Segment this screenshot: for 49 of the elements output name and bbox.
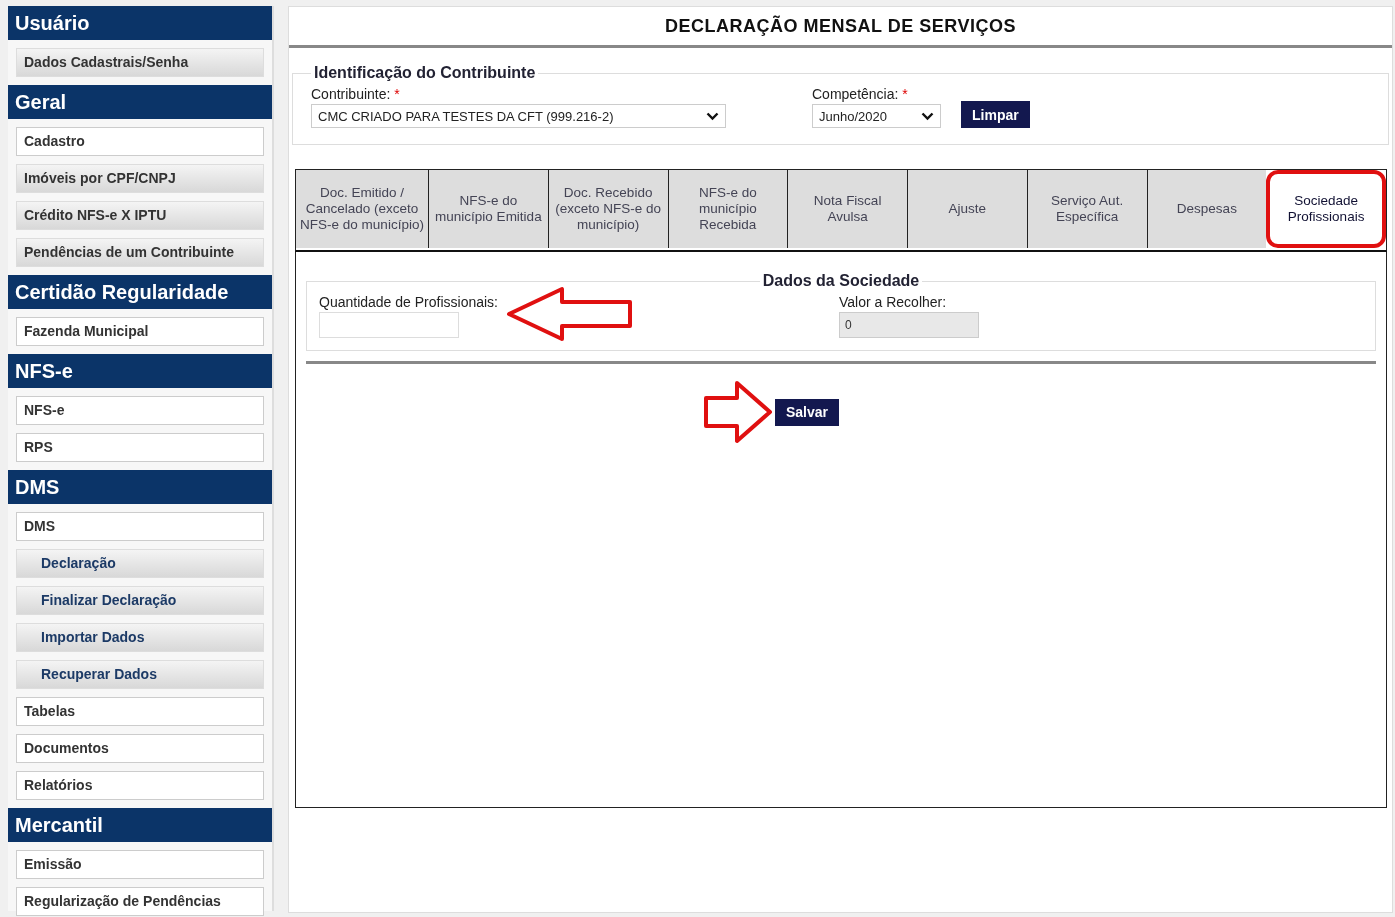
section-header: Certidão Regularidade bbox=[8, 275, 272, 309]
panel-legend: Dados da Sociedade bbox=[759, 272, 923, 290]
tab[interactable]: Despesas bbox=[1146, 170, 1267, 248]
chevron-icon bbox=[706, 111, 719, 121]
panel-legend: Identificação do Contribuinte bbox=[311, 64, 539, 82]
tab[interactable]: Serviço Aut. Específica bbox=[1026, 170, 1147, 248]
section-header: DMS bbox=[8, 470, 272, 504]
section-header: Geral bbox=[8, 85, 272, 119]
menu-item[interactable]: Cadastro bbox=[16, 127, 264, 156]
field-label: Quantidade de Profissionais: bbox=[319, 294, 499, 310]
tab[interactable]: Doc. Emitido / Cancelado (exceto NFS-e do município) bbox=[296, 170, 428, 248]
tab[interactable]: Doc. Recebido (exceto NFS-e do município) bbox=[547, 170, 668, 248]
menu-item[interactable]: DMS bbox=[16, 512, 264, 541]
menu-item[interactable]: RPS bbox=[16, 433, 264, 462]
dropdown[interactable]: Junho/2020 bbox=[812, 104, 941, 128]
menu-item[interactable]: Dados Cadastrais/Senha bbox=[16, 48, 264, 77]
menu-item[interactable]: Tabelas bbox=[16, 697, 264, 726]
save-button[interactable]: Salvar bbox=[774, 398, 839, 426]
menu-item[interactable]: NFS-e bbox=[16, 396, 264, 425]
field-label: Competência: bbox=[812, 86, 899, 102]
dropdown[interactable]: CMC CRIADO PARA TESTES DA CFT (999.216-2) bbox=[311, 104, 726, 128]
field-label: Valor a Recolher: bbox=[839, 294, 948, 310]
section-header: Usuário bbox=[8, 6, 272, 40]
menu-item[interactable]: Pendências de um Contribuinte bbox=[16, 238, 264, 267]
clear-button[interactable]: Limpar bbox=[961, 101, 1030, 128]
section-header: Mercantil bbox=[8, 808, 272, 842]
input-field[interactable] bbox=[319, 312, 459, 338]
page-title: DECLARAÇÃO MENSAL DE SERVIÇOS bbox=[289, 7, 1392, 48]
menu-item[interactable]: Fazenda Municipal bbox=[16, 317, 264, 346]
field-label: Contribuinte: bbox=[311, 86, 391, 102]
tab[interactable]: Sociedade Profissionais bbox=[1266, 170, 1386, 248]
required-mark: * bbox=[902, 86, 908, 102]
tab[interactable]: Nota Fiscal Avulsa bbox=[787, 170, 907, 248]
menu-item[interactable]: Regularização de Pendências bbox=[16, 887, 264, 916]
chevron-icon bbox=[921, 111, 934, 121]
menu-item[interactable]: Recuperar Dados bbox=[16, 660, 264, 689]
required-mark: * bbox=[394, 86, 400, 102]
menu-item[interactable]: Finalizar Declaração bbox=[16, 586, 264, 615]
menu-item[interactable]: Importar Dados bbox=[16, 623, 264, 652]
section-header: NFS-e bbox=[8, 354, 272, 388]
menu-item[interactable]: Declaração bbox=[16, 549, 264, 578]
menu-item[interactable]: Documentos bbox=[16, 734, 264, 763]
menu-item[interactable]: Relatórios bbox=[16, 771, 264, 800]
menu-item[interactable]: Imóveis por CPF/CNPJ bbox=[16, 164, 264, 193]
menu-item[interactable]: Emissão bbox=[16, 850, 264, 879]
tab[interactable]: Ajuste bbox=[907, 170, 1027, 248]
tab[interactable]: NFS-e do município Emitida bbox=[428, 170, 548, 248]
menu-item[interactable]: Crédito NFS-e X IPTU bbox=[16, 201, 264, 230]
tab[interactable]: NFS-e do município Recebida bbox=[667, 170, 788, 248]
